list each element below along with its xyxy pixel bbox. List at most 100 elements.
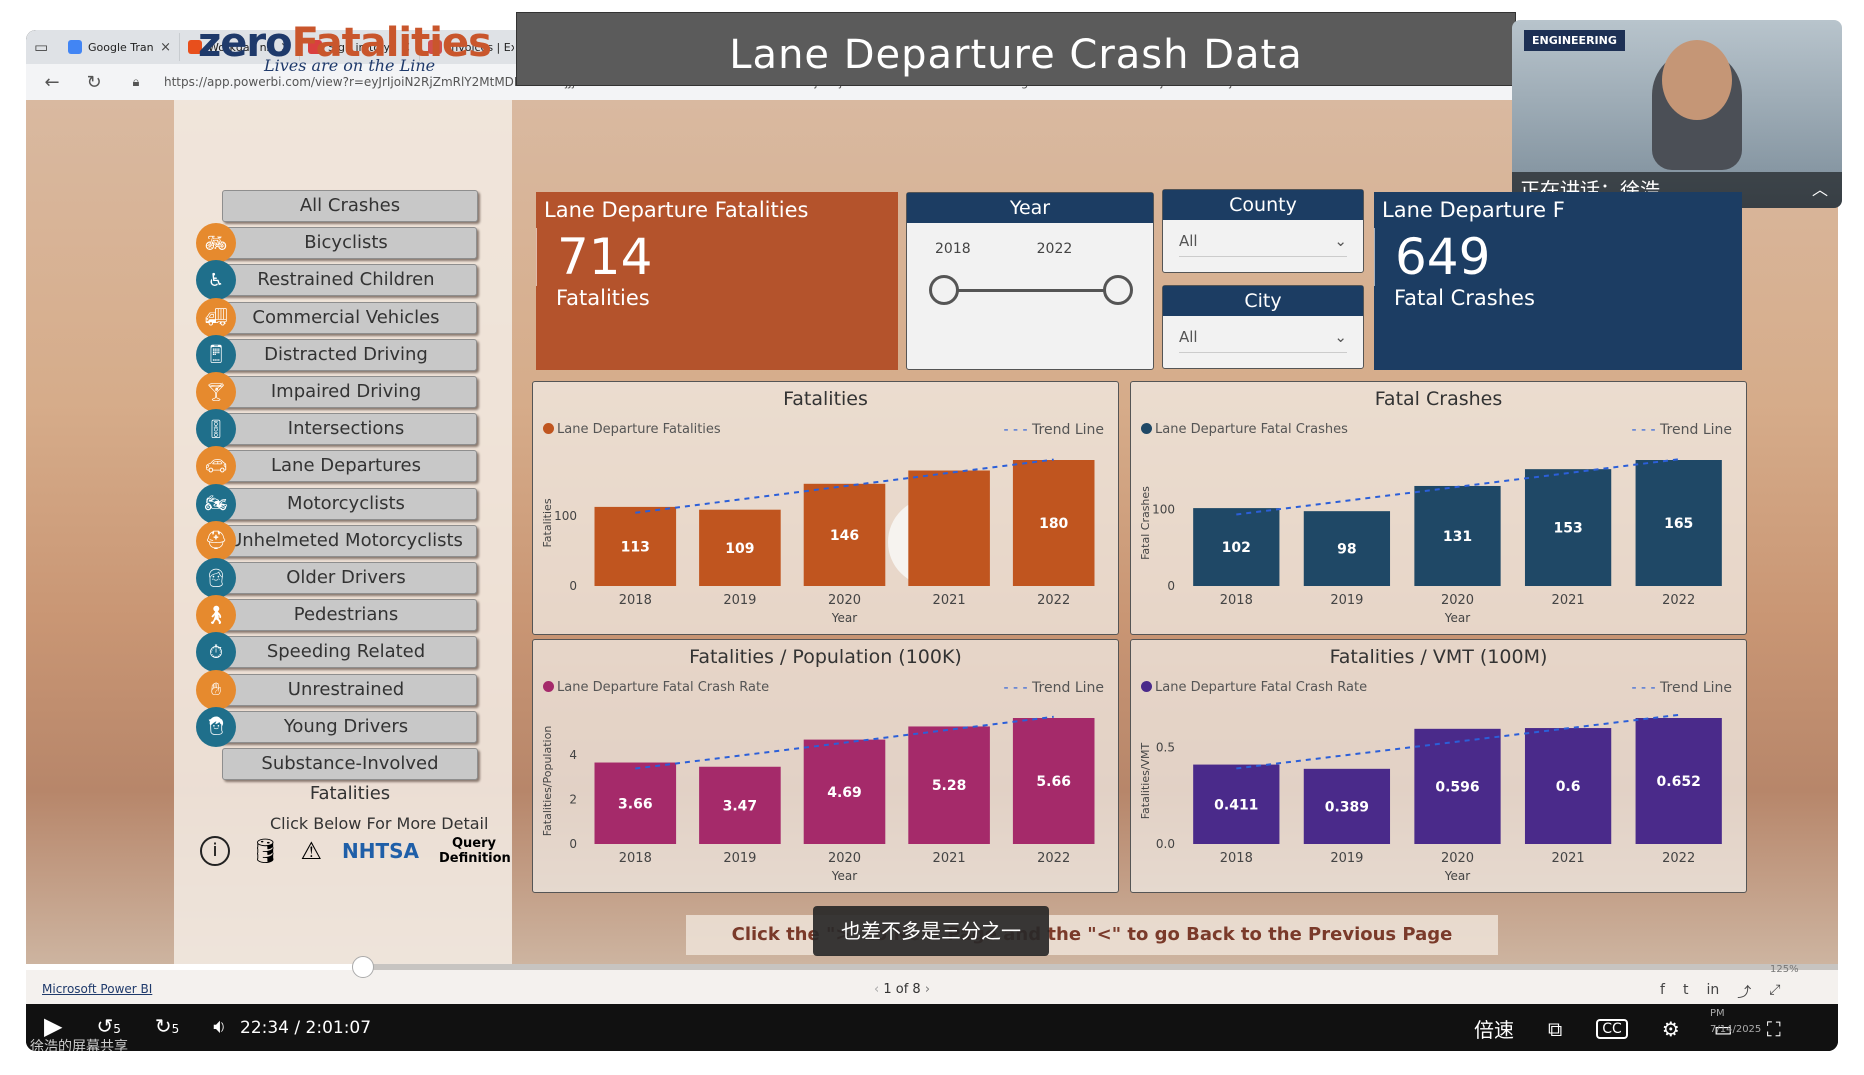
chart-fatalities: Fatalities Lane Departure Fatalities - - -… <box>532 381 1119 635</box>
data-label: 0.6 <box>1556 779 1581 795</box>
fullscreen-icon[interactable]: ⛶ <box>1767 1017 1781 1041</box>
x-tick-label: 2018 <box>619 593 652 608</box>
kpi-kpi1: Lane Departure Fatalities 714 Fatalities <box>536 192 898 370</box>
forward-5-icon[interactable]: ↻5 <box>155 1014 179 1038</box>
collapse-icon[interactable]: ︿ <box>1812 176 1828 200</box>
nav-restrained-children[interactable]: Restrained Children <box>215 264 477 297</box>
y-axis-label: Fatalities/VMT <box>1139 742 1152 819</box>
taskbar-clock: PM <box>1710 1008 1725 1019</box>
x-tick-label: 2018 <box>1220 593 1253 608</box>
x-tick-label: 2020 <box>1441 593 1474 608</box>
x-tick-label: 2020 <box>828 851 861 866</box>
county-dropdown[interactable]: All ⌄ <box>1179 232 1347 257</box>
chart-plot: 102 2018 98 2019 131 2020 153 2021 165 2022 100 0 Fa… <box>1139 458 1722 625</box>
impaired-icon: 🍸︎ <box>196 372 236 412</box>
linkedin-icon[interactable]: in <box>1706 982 1719 1002</box>
chevron-down-icon: ⌄ <box>1334 328 1347 346</box>
data-label: 5.28 <box>932 778 967 794</box>
page-indicator: ‹ 1 of 8 › <box>874 982 930 997</box>
chart-plot: 3.66 2018 3.47 2019 4.69 2020 5.28 2021 5.66 2022… <box>541 715 1095 883</box>
city-slicer[interactable]: City All ⌄ <box>1162 285 1364 369</box>
info-icon[interactable]: i <box>200 836 230 866</box>
data-label: 3.66 <box>618 796 653 812</box>
facebook-icon[interactable]: f <box>1660 982 1665 1002</box>
nhtsa-logo[interactable]: NHTSA <box>342 839 419 863</box>
zoom-level: 125% <box>1770 964 1799 975</box>
chevron-down-icon: ⌄ <box>1334 232 1347 250</box>
year-slicer[interactable]: Year 2018 2022 <box>906 192 1154 370</box>
y-tick-label: 0.0 <box>1156 837 1175 851</box>
navigation-hint: Click the ">" to Next Page and the "<" t… <box>686 915 1498 955</box>
data-label: 4.69 <box>827 785 862 801</box>
pip-icon[interactable]: ⧉ <box>1548 1017 1562 1041</box>
nav-lane-departures[interactable]: Lane Departures <box>215 450 477 483</box>
data-label: 109 <box>725 541 754 557</box>
warning-icon[interactable]: ⚠︎ <box>300 837 322 865</box>
nav-commercial-vehicles[interactable]: Commercial Vehicles <box>215 301 477 334</box>
tab-0[interactable]: Google Tran × <box>60 33 180 61</box>
engineering-badge: ENGINEERING <box>1524 30 1625 51</box>
y-tick-label: 0.5 <box>1156 740 1175 754</box>
kpi-label: Lane Departure F <box>1382 198 1565 222</box>
screen-share-label: 徐浩的屏幕共享 <box>30 1039 128 1051</box>
nav-impaired-driving[interactable]: Impaired Driving <box>215 376 477 408</box>
prev-page-icon[interactable]: ‹ <box>874 982 883 997</box>
bar-2021[interactable] <box>908 470 990 587</box>
nav-bicyclists[interactable]: Bicyclists <box>215 227 477 260</box>
nav-intersections[interactable]: Intersections <box>215 413 477 446</box>
video-controls: ▶ ↺5 ↻5 🔉︎ 22:34 / 2:01:07 徐浩的屏幕共享 倍速 ⧉ … <box>26 1004 1838 1051</box>
x-tick-label: 2018 <box>619 851 652 866</box>
phone-icon: 📱︎ <box>196 334 236 375</box>
speed-button[interactable]: 倍速 <box>1474 1014 1514 1043</box>
skip-seconds: 5 <box>171 1022 180 1036</box>
settings-icon[interactable]: ⚙ <box>1662 1017 1680 1041</box>
tab-label: Google Tran <box>88 40 154 54</box>
nav-all-crashes[interactable]: All Crashes <box>222 190 478 222</box>
refresh-icon[interactable]: ↻ <box>80 72 108 93</box>
translate-icon <box>68 40 82 54</box>
cc-button[interactable]: CC <box>1596 1018 1628 1039</box>
nav-speeding-related[interactable]: Speeding Related <box>215 636 477 669</box>
logo-tagline: Lives are on the Line <box>264 56 436 75</box>
volume-icon[interactable]: 🔉︎ <box>213 1014 226 1038</box>
share-icons: f t in ⤴ ⤢ <box>1660 982 1780 1002</box>
nav-motorcyclists[interactable]: Motorcyclists <box>215 487 477 520</box>
next-page-icon[interactable]: › <box>921 982 930 997</box>
subtitle: 也差不多是三分之一 <box>813 906 1049 956</box>
rewind-5-icon[interactable]: ↺5 <box>96 1014 120 1038</box>
year-from-handle[interactable] <box>929 275 959 305</box>
nav-older-drivers[interactable]: Older Drivers <box>215 562 477 594</box>
y-tick-label: 100 <box>554 509 577 523</box>
x-tick-label: 2019 <box>1330 593 1363 608</box>
database-icon[interactable]: 🛢︎ <box>250 837 280 865</box>
detail-icons: i 🛢︎ ⚠︎ NHTSA Query Definition <box>200 836 511 866</box>
nav-substance-involved-fatalities[interactable]: Substance-Involved Fatalities <box>222 748 478 804</box>
x-tick-label: 2018 <box>1220 851 1253 866</box>
powerbi-link[interactable]: Microsoft Power BI <box>42 982 152 996</box>
fullscreen-icon[interactable]: ⤢ <box>1769 982 1780 1002</box>
twitter-icon[interactable]: t <box>1683 982 1689 1002</box>
taskbar-date: 7/14/2025 <box>1710 1024 1762 1035</box>
city-dropdown[interactable]: All ⌄ <box>1179 328 1347 353</box>
nav-unhelmeted-motorcyclists[interactable]: Unhelmeted Motorcyclists <box>215 524 477 557</box>
seatbelt-icon: ✋︎ <box>196 669 236 710</box>
year-range-track <box>943 289 1119 292</box>
back-icon[interactable]: ← <box>38 72 66 93</box>
data-label: 146 <box>830 528 859 544</box>
nav-pedestrians[interactable]: Pedestrians <box>215 599 477 632</box>
x-tick-label: 2021 <box>1552 851 1585 866</box>
video-progress-knob[interactable] <box>352 956 375 978</box>
y-axis-label: Fatal Crashes <box>1139 486 1152 560</box>
query-definition-button[interactable]: Query Definition <box>439 836 511 866</box>
nav-young-drivers[interactable]: Young Drivers <box>215 710 477 743</box>
share-icon[interactable]: ⤴ <box>1737 982 1751 1002</box>
close-icon[interactable]: × <box>160 40 171 55</box>
kpi-sub: Fatal Crashes <box>1394 286 1535 310</box>
nav-distracted-driving[interactable]: Distracted Driving <box>215 338 477 371</box>
tab-sidebar-icon[interactable]: ▭ <box>34 38 60 56</box>
nav-unrestrained[interactable]: Unrestrained <box>215 673 477 706</box>
chart-plot: 113 2018 109 2019 146 2020 2021 180 2022 100 0 Fata… <box>541 458 1095 625</box>
young-driver-icon: 🧒︎ <box>196 706 236 747</box>
county-slicer[interactable]: County All ⌄ <box>1162 189 1364 273</box>
year-to-handle[interactable] <box>1103 275 1133 305</box>
